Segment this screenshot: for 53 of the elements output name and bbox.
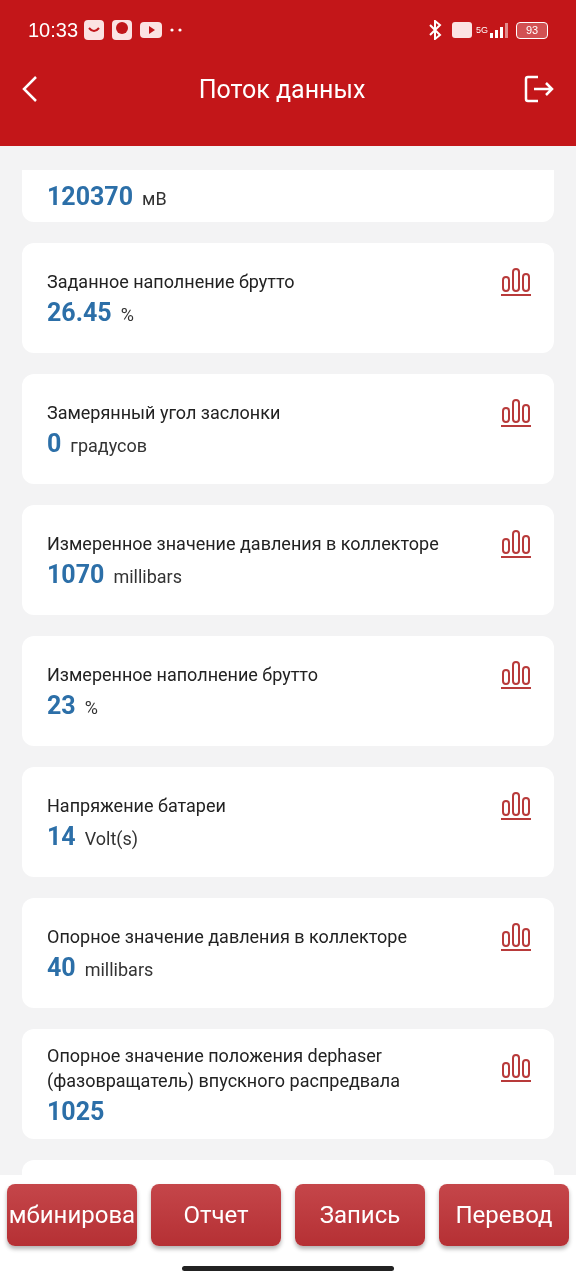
bar-chart-icon[interactable] — [500, 1053, 532, 1083]
parameter-unit: мВ — [142, 188, 167, 209]
clock-time: 10:33 — [28, 18, 79, 42]
parameter-unit: градусов — [70, 435, 148, 456]
bar-chart-icon[interactable] — [500, 791, 532, 821]
action-button[interactable]: Отчет — [151, 1184, 281, 1246]
bar-chart-icon[interactable] — [500, 660, 532, 690]
parameter-value: 14 — [47, 822, 76, 851]
more-dots-icon — [170, 28, 183, 32]
parameter-value: 1070 — [47, 560, 105, 589]
back-icon[interactable] — [20, 75, 40, 103]
data-card[interactable]: 120370 мВ — [22, 170, 554, 222]
parameter-name: Измеренное значение давления в коллекторе — [47, 532, 440, 556]
bar-chart-icon[interactable] — [500, 267, 532, 297]
parameter-unit: millibars — [113, 566, 182, 587]
bar-chart-icon[interactable] — [500, 922, 532, 952]
parameter-unit: millibars — [84, 959, 154, 980]
action-button[interactable]: Запись — [295, 1184, 425, 1246]
bluetooth-icon — [426, 20, 444, 40]
video-play-icon — [140, 22, 163, 38]
parameter-name: Измеренное наполнение брутто — [47, 663, 319, 687]
screen-title: Поток данных — [197, 74, 367, 104]
data-card[interactable]: Измеренное значение давления в коллекторе 1070 millibars — [22, 505, 554, 615]
app-icon — [112, 20, 133, 40]
parameter-value: 0 — [47, 429, 62, 458]
bar-chart-icon[interactable] — [500, 529, 532, 559]
network-type: 5G — [476, 25, 488, 35]
bar-chart-icon[interactable] — [500, 398, 532, 428]
parameter-value: 1025 — [47, 1096, 105, 1126]
parameter-value: 120370 — [47, 182, 134, 211]
data-card[interactable]: Опорное значение положения dephaser (фазовращатель) впускного распредвала 1025 — [22, 1029, 554, 1139]
parameter-name: Замерянный угол заслонки — [47, 401, 282, 425]
shopping-app-icon — [84, 20, 105, 40]
signal-icon — [488, 22, 510, 38]
parameter-unit: % — [84, 697, 98, 718]
parameter-unit: Volt(s) — [84, 828, 138, 849]
exit-icon[interactable] — [524, 75, 554, 103]
parameter-name: Опорное значение давления в коллекторе — [47, 925, 408, 949]
action-button[interactable]: Перевод — [439, 1184, 569, 1246]
parameter-name: Заданное наполнение брутто — [47, 270, 296, 294]
data-card[interactable]: Напряжение батареи 14 Volt(s) — [22, 767, 554, 877]
parameter-name: Опорное значение положения dephaser (фазовращатель) впускного распредвала — [47, 1043, 402, 1093]
data-card[interactable]: Заданное наполнение брутто 26.45 % — [22, 243, 554, 353]
action-button[interactable]: мбинирова — [7, 1184, 137, 1246]
parameter-value: 23 — [47, 691, 76, 720]
data-card[interactable]: Опорное значение давления в коллекторе 40 millibars — [22, 898, 554, 1008]
parameter-unit: % — [120, 304, 134, 325]
data-card[interactable]: Измеренное наполнение брутто 23 % — [22, 636, 554, 746]
parameter-value: 40 — [47, 953, 76, 982]
battery-level: 93 — [516, 21, 548, 39]
parameter-value: 26.45 — [47, 298, 112, 327]
parameter-name: Напряжение батареи — [47, 794, 227, 818]
data-card[interactable]: Замерянный угол заслонки 0 градусов — [22, 374, 554, 484]
